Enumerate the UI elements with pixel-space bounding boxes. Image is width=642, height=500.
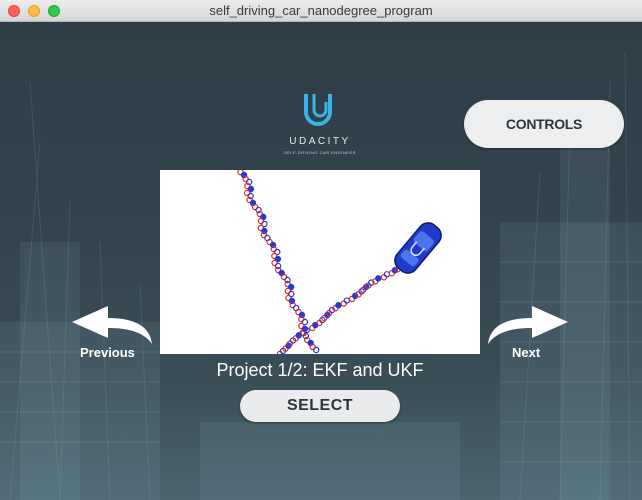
arrow-right-icon xyxy=(488,306,568,344)
window-title: self_driving_car_nanodegree_program xyxy=(209,3,433,18)
previous-button[interactable]: Previous xyxy=(64,304,158,384)
udacity-logo: UDACITY SELF-DRIVING CAR ENGINEER xyxy=(272,92,368,155)
measurement-marker xyxy=(343,297,350,304)
car-icon xyxy=(394,222,442,274)
project-title: Project 1/2: EKF and UKF xyxy=(216,360,424,380)
next-label: Next xyxy=(512,345,541,360)
estimate-marker xyxy=(335,302,342,309)
project-preview-image xyxy=(160,170,480,354)
logo-wordmark: UDACITY xyxy=(289,136,351,147)
app-window: self_driving_car_nanodegree_program UDAC… xyxy=(0,0,642,500)
measurement-marker xyxy=(380,274,388,281)
next-button[interactable]: Next xyxy=(482,304,578,384)
simulator-menu-screen: UDACITY SELF-DRIVING CAR ENGINEER CONTRO… xyxy=(0,22,642,500)
ekf-ukf-preview xyxy=(237,170,442,354)
measurement-marker xyxy=(383,271,391,278)
arrow-left-icon xyxy=(72,306,152,344)
logo-tagline: SELF-DRIVING CAR ENGINEER xyxy=(283,150,357,155)
measurement-marker xyxy=(340,300,347,307)
udacity-logo-icon xyxy=(304,94,332,126)
controls-button[interactable]: CONTROLS xyxy=(464,100,624,148)
estimate-marker xyxy=(375,275,382,282)
title-bar: self_driving_car_nanodegree_program xyxy=(0,0,642,22)
measurement-marker xyxy=(313,346,320,354)
tracking-markers xyxy=(237,170,409,354)
select-button[interactable]: SELECT xyxy=(240,390,400,422)
previous-label: Previous xyxy=(80,345,135,360)
